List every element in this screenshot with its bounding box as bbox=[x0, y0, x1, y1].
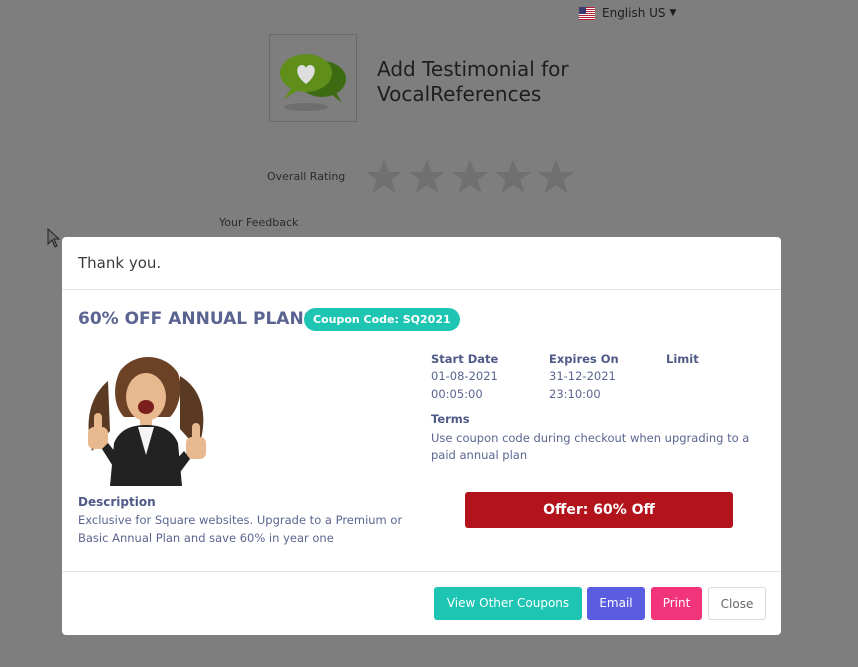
limit-label: Limit bbox=[666, 352, 699, 366]
offer-photo bbox=[80, 351, 212, 486]
chevron-down-icon: ▼ bbox=[669, 8, 677, 18]
page-title-line-1: Add Testimonial for bbox=[377, 57, 569, 81]
offer-title: 60% OFF ANNUAL PLANS bbox=[78, 309, 316, 329]
language-selector[interactable]: English US ▼ bbox=[579, 5, 676, 21]
email-button[interactable]: Email bbox=[587, 587, 645, 620]
close-button[interactable]: Close bbox=[708, 587, 766, 620]
star-icon[interactable] bbox=[407, 158, 447, 196]
overall-rating-label: Overall Rating bbox=[267, 170, 346, 183]
modal-footer-divider bbox=[62, 571, 781, 572]
expires-time-value: 23:10:00 bbox=[549, 387, 601, 401]
star-rating[interactable] bbox=[364, 158, 576, 196]
start-date-value: 01-08-2021 bbox=[431, 369, 498, 383]
company-logo bbox=[269, 34, 357, 122]
us-flag-icon bbox=[579, 6, 595, 20]
star-icon[interactable] bbox=[450, 158, 490, 196]
mouse-cursor-icon bbox=[47, 228, 61, 248]
view-other-coupons-button[interactable]: View Other Coupons bbox=[434, 587, 582, 620]
start-date-label: Start Date bbox=[431, 352, 499, 366]
print-button[interactable]: Print bbox=[651, 587, 702, 620]
start-time-value: 00:05:00 bbox=[431, 387, 483, 401]
coupon-code-badge: Coupon Code: SQ2021 bbox=[304, 308, 460, 331]
star-icon[interactable] bbox=[493, 158, 533, 196]
terms-text: Use coupon code during checkout when upg… bbox=[431, 431, 750, 462]
coupon-modal: Thank you. 60% OFF ANNUAL PLANS Coupon C… bbox=[62, 237, 781, 635]
expires-on-label: Expires On bbox=[549, 352, 619, 366]
page-title: Add Testimonial for VocalReferences bbox=[377, 57, 569, 107]
speech-bubble-heart-icon bbox=[280, 54, 346, 111]
offer-button[interactable]: Offer: 60% Off bbox=[465, 492, 733, 528]
terms-label: Terms bbox=[431, 412, 470, 426]
page-title-line-2: VocalReferences bbox=[377, 82, 542, 106]
star-icon[interactable] bbox=[364, 158, 404, 196]
language-label: English US bbox=[602, 6, 666, 20]
star-icon[interactable] bbox=[536, 158, 576, 196]
description-label: Description bbox=[78, 495, 156, 509]
description-text: Exclusive for Square websites. Upgrade t… bbox=[78, 513, 403, 545]
modal-header: Thank you. bbox=[62, 237, 781, 290]
expires-date-value: 31-12-2021 bbox=[549, 369, 616, 383]
your-feedback-label: Your Feedback bbox=[219, 216, 299, 229]
